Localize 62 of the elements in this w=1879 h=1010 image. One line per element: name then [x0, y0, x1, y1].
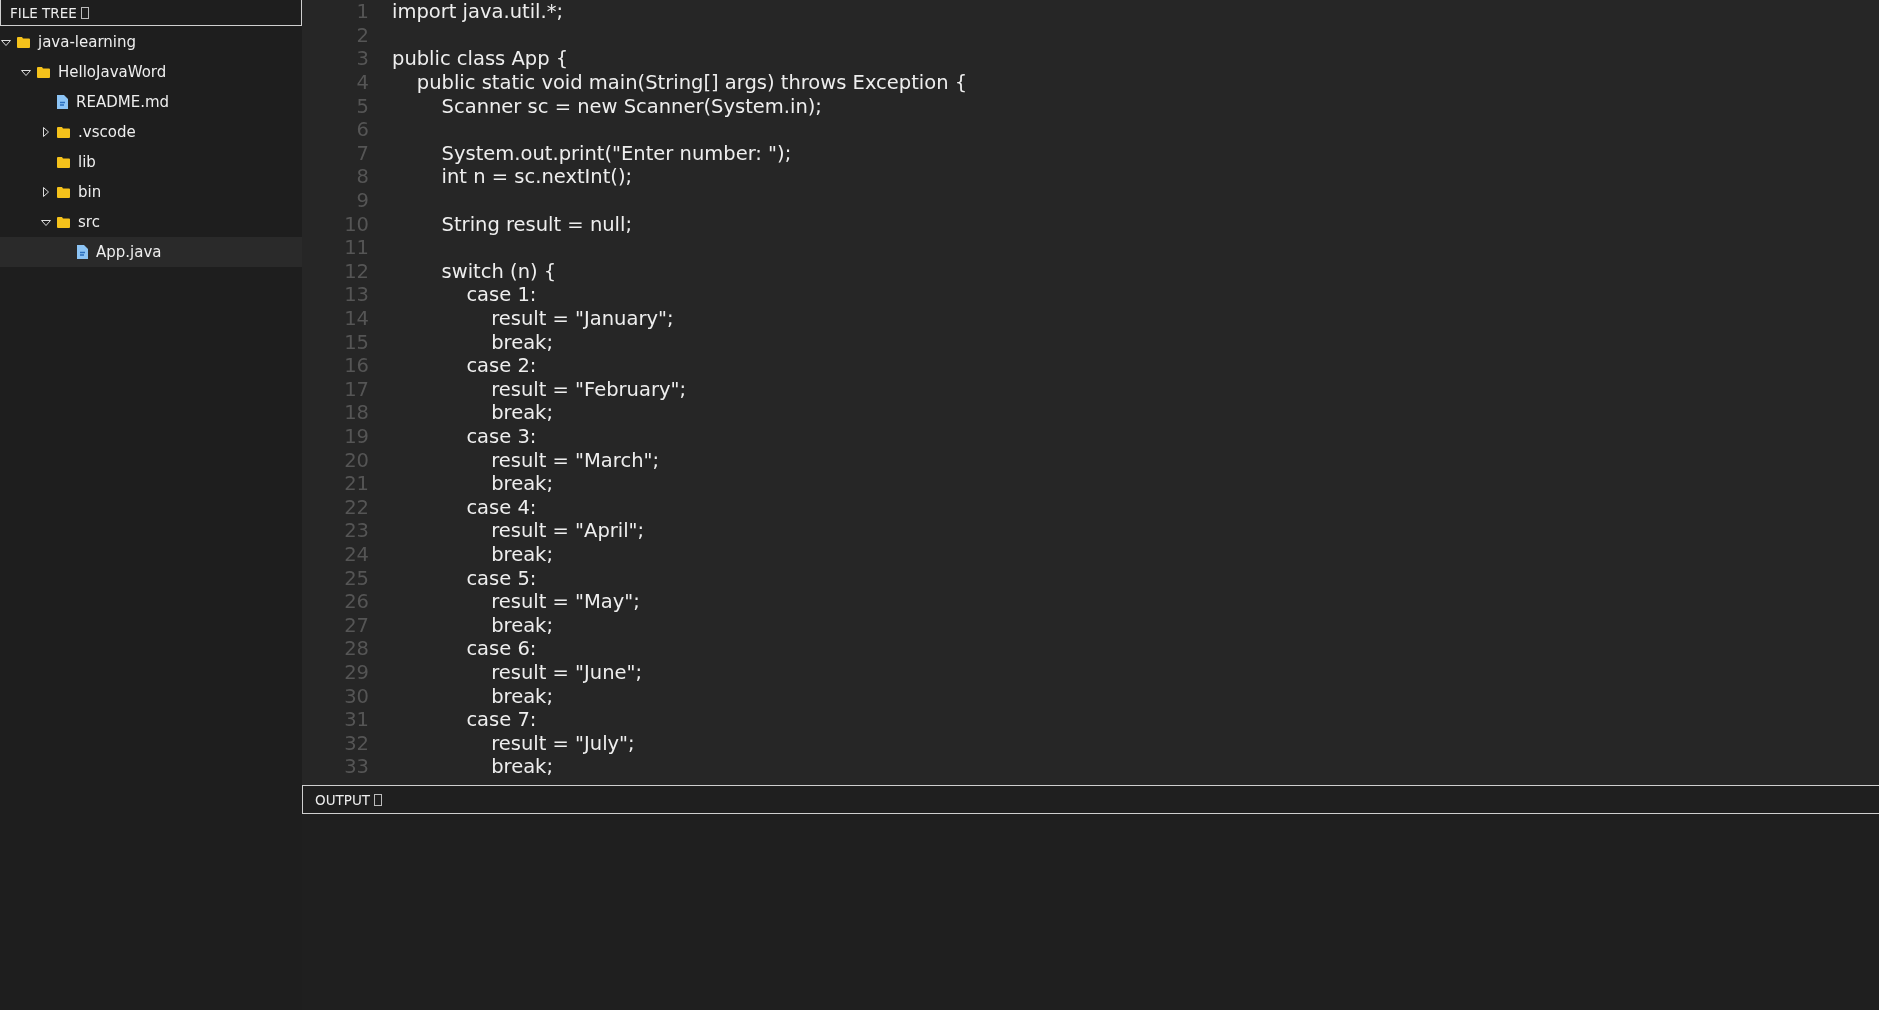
folder-icon [57, 156, 70, 168]
code-line: break; [490, 472, 553, 496]
code-line: System.out.print("Enter number: "); [440, 141, 792, 165]
code-line: case 5: [465, 566, 537, 590]
folder-icon [57, 126, 70, 138]
code-line: result = "May"; [490, 590, 640, 614]
code-line: break; [490, 542, 553, 566]
folder-icon [57, 216, 70, 228]
tree-item-label: bin [78, 183, 102, 201]
tree-item[interactable]: lib [0, 147, 302, 177]
panel-title: FILE TREE [10, 4, 77, 21]
tree-item[interactable]: README.md [0, 87, 302, 117]
code-line: case 1: [465, 283, 537, 307]
code-line: break; [490, 613, 553, 637]
square-icon [374, 793, 383, 806]
code-line: import java.util.*; [392, 0, 563, 24]
square-icon [80, 6, 89, 19]
code-line: public static void main(String[] args) throws Exception { [415, 71, 968, 95]
code-line: break; [490, 330, 553, 354]
tree-item[interactable]: App.java [0, 237, 302, 267]
caret-down-icon[interactable] [20, 67, 32, 77]
folder-icon [37, 66, 50, 78]
code-line: case 7: [465, 708, 537, 732]
code-line: case 6: [465, 637, 537, 661]
code-line: public class App { [392, 47, 569, 71]
code-line: result = "January"; [490, 307, 674, 330]
tree-item-label: .vscode [78, 123, 136, 141]
tree-item-label: java-learning [38, 33, 137, 51]
tree-item-label: HelloJavaWord [58, 63, 167, 81]
code-line: int n = sc.nextInt(); [440, 165, 633, 189]
code-line: break; [490, 684, 553, 708]
tree-item[interactable]: java-learning [0, 27, 302, 57]
panel-title: OUTPUT [315, 791, 371, 808]
tree-item[interactable]: bin [0, 177, 302, 207]
tree-item[interactable]: .vscode [0, 117, 302, 147]
code-line: break; [490, 755, 553, 779]
tree-item-label: lib [78, 153, 96, 171]
tree-item-label: src [78, 213, 100, 231]
tree-item[interactable]: HelloJavaWord [0, 57, 302, 87]
code-line: case 4: [465, 495, 537, 519]
code-line: String result = null; [440, 212, 632, 236]
code-line: result = "June"; [490, 660, 643, 684]
tree-item-label: App.java [96, 243, 162, 261]
code-line: switch (n) { [440, 259, 557, 283]
tree-item[interactable]: src [0, 207, 302, 237]
caret-right-icon[interactable] [40, 186, 52, 198]
tree-item-label: README.md [76, 93, 170, 111]
code-line: result = "March"; [490, 448, 660, 472]
caret-right-icon[interactable] [40, 126, 52, 138]
caret-down-icon[interactable] [0, 37, 12, 47]
code-line: case 2: [465, 354, 537, 378]
code-line: Scanner sc = new Scanner(System.in); [440, 94, 822, 118]
document-icon [57, 95, 68, 109]
code-line: case 3: [465, 425, 537, 448]
code-line: break; [490, 401, 553, 425]
code-line: result = "April"; [490, 519, 645, 543]
document-icon [77, 245, 88, 259]
folder-icon [17, 36, 30, 48]
folder-icon [57, 186, 70, 198]
code-line: result = "February"; [490, 377, 686, 401]
code-line: result = "July"; [490, 731, 635, 755]
caret-down-icon[interactable] [40, 217, 52, 227]
